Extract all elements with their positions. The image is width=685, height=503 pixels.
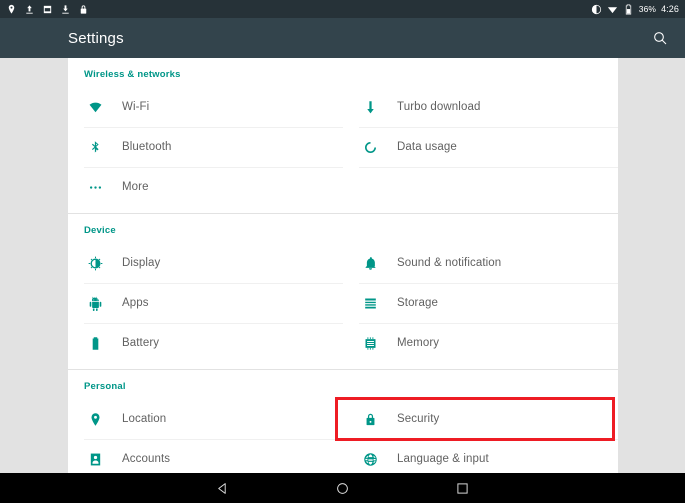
navigation-bar — [0, 473, 685, 503]
section-rows-personal: Location Security Accounts Language & in… — [68, 399, 618, 473]
setting-label: Wi-Fi — [122, 101, 150, 113]
setting-label: Language & input — [397, 453, 489, 465]
recents-button[interactable] — [446, 473, 480, 503]
sd-card-icon — [43, 5, 52, 13]
setting-item-empty — [343, 167, 618, 207]
bell-icon — [359, 256, 381, 271]
row-pair: Bluetooth Data usage — [68, 127, 618, 167]
battery-percent: 36% — [638, 3, 657, 14]
settings-list[interactable]: Wireless & networks Wi-Fi Turbo download — [0, 58, 685, 473]
section-title-wireless: Wireless & networks — [84, 69, 181, 80]
setting-item-display[interactable]: Display — [68, 243, 343, 283]
row-pair: Battery Memory — [68, 323, 618, 363]
setting-item-battery[interactable]: Battery — [68, 323, 343, 363]
android-settings-screen: 36% 4:26 Settings Wireless & networks Wi… — [0, 0, 685, 503]
setting-item-data-usage[interactable]: Data usage — [343, 127, 618, 167]
section-rows-wireless: Wi-Fi Turbo download Bluetooth Data usag… — [68, 87, 618, 207]
download-icon — [62, 4, 69, 14]
brightness-icon — [591, 4, 601, 14]
battery-icon — [84, 336, 106, 351]
status-bar: 36% 4:26 — [0, 0, 685, 18]
setting-item-location[interactable]: Location — [68, 399, 343, 439]
search-icon — [654, 32, 667, 45]
globe-icon — [359, 452, 381, 467]
wifi-icon — [607, 6, 617, 13]
status-clock: 4:26 — [661, 3, 679, 14]
setting-item-language-input[interactable]: Language & input — [343, 439, 618, 473]
location-pin-icon — [84, 412, 106, 427]
section-card-device: Device Display Sound & notification Apps… — [68, 214, 618, 369]
page-title: Settings — [68, 29, 124, 47]
section-card-wireless: Wireless & networks Wi-Fi Turbo download — [68, 58, 618, 213]
setting-label: Display — [122, 257, 161, 269]
setting-item-more[interactable]: More — [68, 167, 343, 207]
recents-square-icon — [457, 482, 468, 494]
accounts-icon — [84, 452, 106, 467]
row-pair: Apps Storage — [68, 283, 618, 323]
setting-label: Sound & notification — [397, 257, 502, 269]
row-pair: Accounts Language & input — [68, 439, 618, 473]
download-arrow-icon — [359, 100, 381, 115]
brightness-icon — [84, 256, 106, 271]
status-bar-left-icons — [6, 4, 591, 15]
wifi-icon — [84, 100, 106, 115]
search-button[interactable] — [643, 21, 677, 55]
setting-label: Security — [397, 413, 440, 425]
lock-icon — [80, 4, 87, 14]
battery-icon — [625, 4, 631, 14]
home-circle-icon — [337, 482, 348, 494]
setting-item-sound-notification[interactable]: Sound & notification — [343, 243, 618, 283]
row-pair: Location Security — [68, 399, 618, 439]
setting-label: Memory — [397, 337, 440, 349]
setting-item-accounts[interactable]: Accounts — [68, 439, 343, 473]
setting-label: Battery — [122, 337, 160, 349]
setting-item-wifi[interactable]: Wi-Fi — [68, 87, 343, 127]
lock-icon — [359, 412, 381, 427]
setting-item-security[interactable]: Security — [343, 399, 618, 439]
app-bar: Settings — [0, 18, 685, 58]
location-icon — [8, 4, 15, 14]
back-triangle-icon — [218, 482, 226, 494]
card-bottom-padding — [68, 363, 618, 369]
section-title-device: Device — [84, 225, 116, 236]
setting-item-storage[interactable]: Storage — [343, 283, 618, 323]
setting-item-apps[interactable]: Apps — [68, 283, 343, 323]
card-bottom-padding — [68, 207, 618, 213]
setting-item-bluetooth[interactable]: Bluetooth — [68, 127, 343, 167]
setting-label: More — [122, 181, 149, 193]
setting-label: Apps — [122, 297, 149, 309]
section-title-personal: Personal — [84, 381, 126, 392]
status-bar-right: 36% 4:26 — [591, 4, 679, 15]
setting-label: Data usage — [397, 141, 457, 153]
data-usage-icon — [359, 140, 381, 155]
setting-item-memory[interactable]: Memory — [343, 323, 618, 363]
home-button[interactable] — [326, 473, 360, 503]
upload-icon — [26, 4, 33, 14]
setting-item-turbo-download[interactable]: Turbo download — [343, 87, 618, 127]
bluetooth-icon — [84, 140, 106, 155]
setting-label: Accounts — [122, 453, 171, 465]
section-card-personal: Personal Location Security Accounts Lang… — [68, 370, 618, 473]
row-pair: Display Sound & notification — [68, 243, 618, 283]
setting-label: Bluetooth — [122, 141, 172, 153]
more-dots-icon — [84, 180, 106, 195]
section-rows-device: Display Sound & notification Apps Storag… — [68, 243, 618, 363]
setting-label: Location — [122, 413, 167, 425]
setting-label: Turbo download — [397, 101, 481, 113]
row-pair: More — [68, 167, 618, 207]
android-icon — [84, 296, 106, 311]
storage-icon — [359, 296, 381, 311]
back-button[interactable] — [206, 473, 240, 503]
row-pair: Wi-Fi Turbo download — [68, 87, 618, 127]
setting-label: Storage — [397, 297, 438, 309]
memory-icon — [359, 336, 381, 351]
